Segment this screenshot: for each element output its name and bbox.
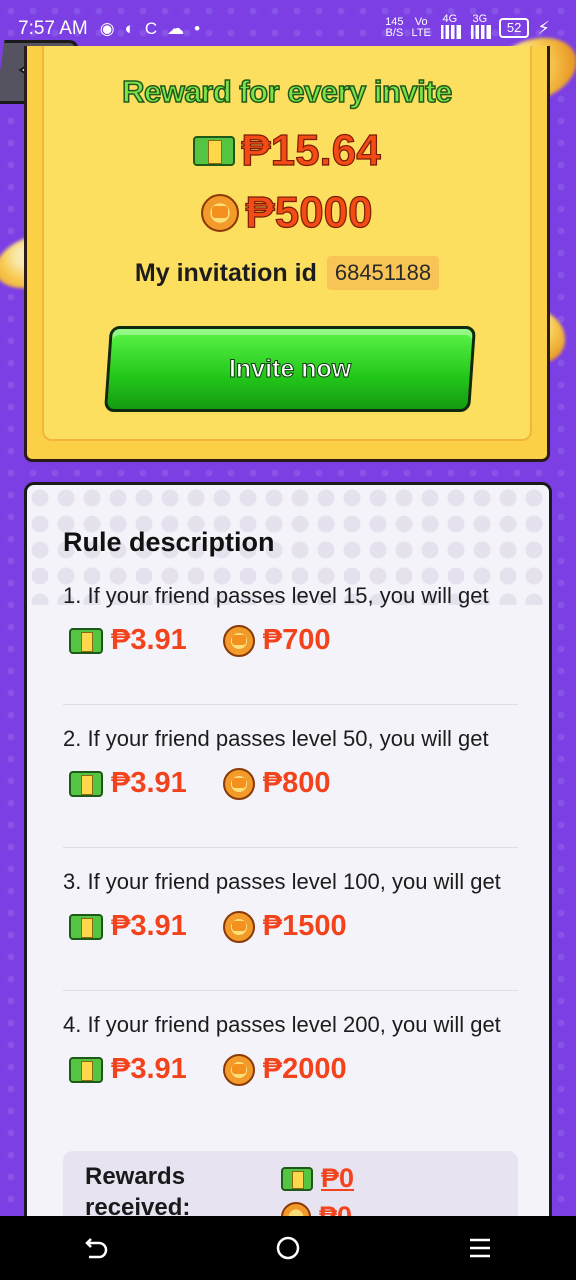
reward-card: Reward for every invite ₱15.64 ₱5000 My …	[24, 46, 550, 462]
rule-item: 3. If your friend passes level 100, you …	[63, 867, 518, 943]
rule-cash-amount: ₱3.91	[111, 624, 187, 656]
coin-icon	[222, 624, 255, 657]
rule-coin-amount: ₱700	[262, 624, 331, 656]
rewards-received-cash[interactable]: ₱0	[321, 1163, 354, 1194]
invitation-id-value[interactable]: 68451188	[326, 256, 440, 290]
coin-icon	[222, 1053, 255, 1086]
cash-reward-amount: ₱15.64	[241, 125, 382, 175]
home-nav-icon[interactable]	[275, 1235, 301, 1261]
rule-cash-amount: ₱3.91	[111, 767, 187, 799]
rule-cash-amount: ₱3.91	[111, 910, 187, 942]
rule-coin-amount: ₱2000	[262, 1053, 347, 1085]
rule-coin-amount: ₱800	[262, 767, 331, 799]
coin-reward-amount: ₱5000	[245, 187, 373, 237]
charging-icon: ⚡	[537, 17, 550, 38]
rewards-received-label: Rewards received:	[85, 1163, 191, 1221]
divider	[63, 704, 518, 705]
battery-icon: 52	[498, 18, 530, 38]
cash-icon	[69, 627, 103, 654]
rule-cash-amount: ₱3.91	[111, 1053, 187, 1085]
system-nav-bar	[0, 1216, 576, 1280]
rule-text: 4. If your friend passes level 200, you …	[63, 1012, 501, 1037]
signal-3g-icon: 3G	[468, 14, 491, 42]
status-time: 7:57 AM	[18, 18, 88, 39]
rules-card: Rule description 1. If your friend passe…	[24, 482, 552, 1242]
volte-indicator: Vo LTE	[411, 16, 431, 39]
dot-icon: •	[194, 19, 201, 38]
rule-item: 2. If your friend passes level 50, you w…	[63, 724, 518, 800]
network-speed: 145 B/S	[385, 16, 404, 39]
back-nav-icon[interactable]	[83, 1235, 109, 1261]
coin-icon	[222, 767, 255, 800]
recents-nav-icon[interactable]	[467, 1235, 493, 1261]
coin-icon	[222, 910, 255, 943]
invitation-id-row: My invitation id 68451188	[27, 256, 547, 290]
rule-item: 1. If your friend passes level 15, you w…	[63, 581, 518, 657]
divider	[63, 847, 518, 848]
messenger-icon: ◉	[99, 19, 115, 38]
invitation-id-label: My invitation id	[134, 258, 317, 287]
rule-text: 2. If your friend passes level 50, you w…	[63, 726, 489, 751]
c-icon: C	[144, 19, 158, 38]
rule-coin-amount: ₱1500	[262, 910, 347, 942]
divider	[63, 990, 518, 991]
cash-icon	[69, 1056, 103, 1083]
coin-icon	[201, 194, 240, 232]
cash-icon	[69, 913, 103, 940]
cash-icon	[281, 1166, 313, 1191]
rule-text: 1. If your friend passes level 15, you w…	[63, 583, 489, 608]
cash-reward-row: ₱15.64	[27, 125, 547, 176]
cash-icon	[193, 136, 236, 166]
invite-now-button[interactable]: Invite now	[103, 326, 477, 412]
reward-title: Reward for every invite	[121, 73, 453, 110]
coin-reward-row: ₱5000	[27, 187, 547, 238]
rule-text: 3. If your friend passes level 100, you …	[63, 869, 501, 894]
cash-icon	[69, 770, 103, 797]
signal-4g-icon: 4G	[438, 14, 461, 42]
cloud-icon: ☁	[167, 19, 185, 38]
invite-now-label: Invite now	[228, 354, 352, 383]
rule-item: 4. If your friend passes level 200, you …	[63, 1010, 518, 1086]
rules-title: Rule description	[63, 527, 275, 557]
app-icon: ◐	[124, 19, 135, 38]
